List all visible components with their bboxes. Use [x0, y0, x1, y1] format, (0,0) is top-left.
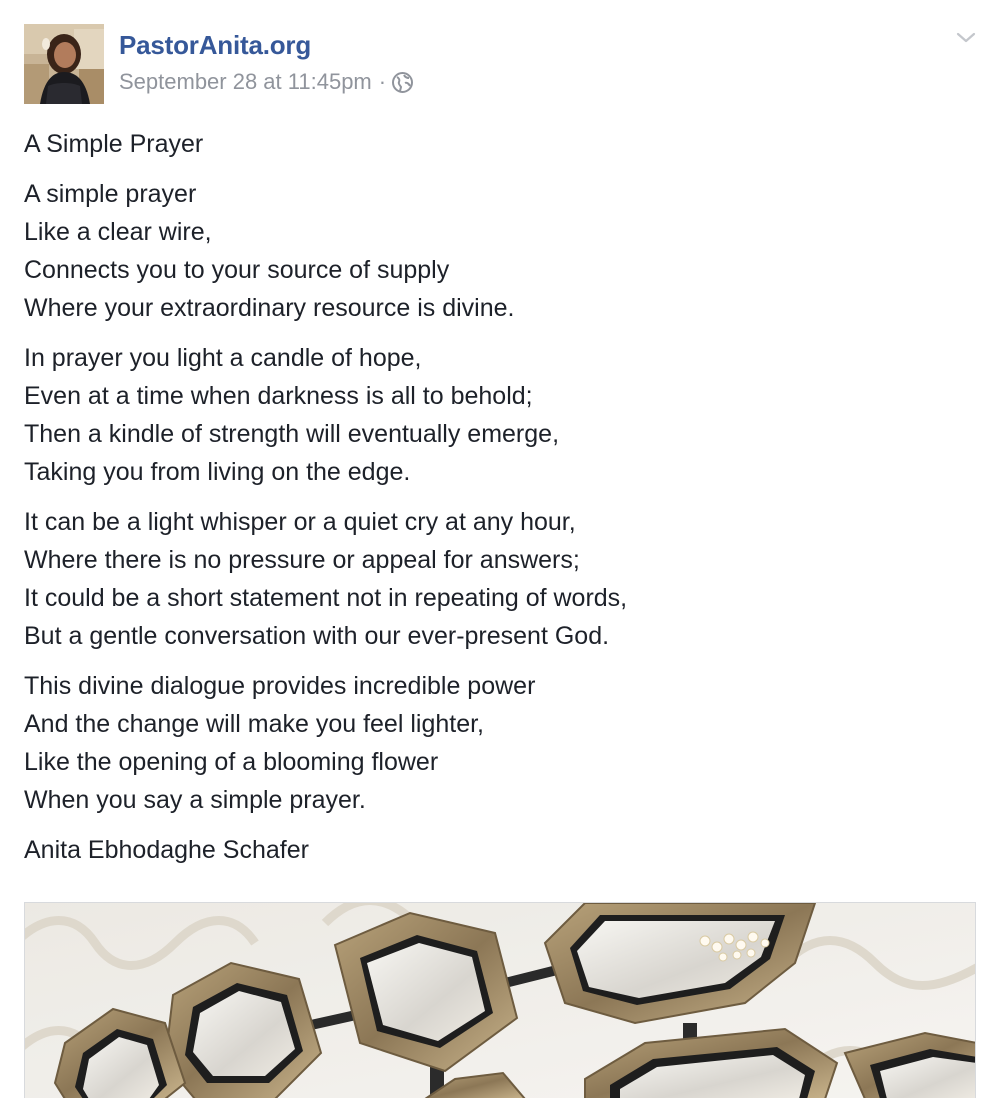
avatar[interactable]	[24, 24, 104, 104]
page-name-link[interactable]: PastorAnita.org	[119, 28, 413, 62]
poem-stanza: It can be a light whisper or a quiet cry…	[24, 503, 964, 655]
post-timestamp[interactable]: September 28 at 11:45pm	[119, 68, 372, 96]
avatar-photo	[24, 24, 104, 104]
poem-stanza: This divine dialogue provides incredible…	[24, 667, 964, 819]
poem-stanza: A simple prayer Like a clear wire, Conne…	[24, 175, 964, 327]
chevron-down-icon[interactable]	[952, 26, 980, 50]
poem-line: Taking you from living on the edge.	[24, 458, 411, 486]
globe-icon[interactable]	[392, 72, 414, 93]
poem-line: Where your extraordinary resource is div…	[24, 294, 515, 322]
poem-line: Where there is no pressure or appeal for…	[24, 546, 580, 574]
post-title: A Simple Prayer	[24, 130, 204, 158]
post-message: A Simple Prayer A simple prayer Like a c…	[24, 125, 964, 881]
post-meta: PastorAnita.org September 28 at 11:45pm …	[119, 28, 414, 96]
poem-line: And the change will make you feel lighte…	[24, 710, 484, 738]
timestamp-row: September 28 at 11:45pm ·	[119, 68, 414, 96]
poem-stanza: In prayer you light a candle of hope, Ev…	[24, 339, 964, 491]
poem-line: Even at a time when darkness is all to b…	[24, 382, 533, 410]
poem-line: When you say a simple prayer.	[24, 786, 366, 814]
post-photo[interactable]	[24, 902, 976, 1098]
poem-line: Then a kindle of strength will eventuall…	[24, 420, 560, 448]
poem-line: Connects you to your source of supply	[24, 256, 450, 284]
poem-line: A simple prayer	[24, 180, 197, 208]
poem-line: In prayer you light a candle of hope,	[24, 344, 422, 372]
post-header: PastorAnita.org September 28 at 11:45pm …	[24, 24, 980, 104]
separator-dot: ·	[378, 69, 387, 94]
poem-line: It can be a light whisper or a quiet cry…	[24, 508, 576, 536]
poem-line: It could be a short statement not in rep…	[24, 584, 628, 612]
facebook-post: PastorAnita.org September 28 at 11:45pm …	[0, 0, 994, 1098]
poem-line: But a gentle conversation with our ever-…	[24, 622, 610, 650]
poem-line: Like a clear wire,	[24, 218, 212, 246]
poem-line: This divine dialogue provides incredible…	[24, 672, 536, 700]
post-author: Anita Ebhodaghe Schafer	[24, 836, 309, 864]
hexagon-mirrors-image	[25, 903, 975, 1098]
poem-line: Like the opening of a blooming flower	[24, 748, 439, 776]
